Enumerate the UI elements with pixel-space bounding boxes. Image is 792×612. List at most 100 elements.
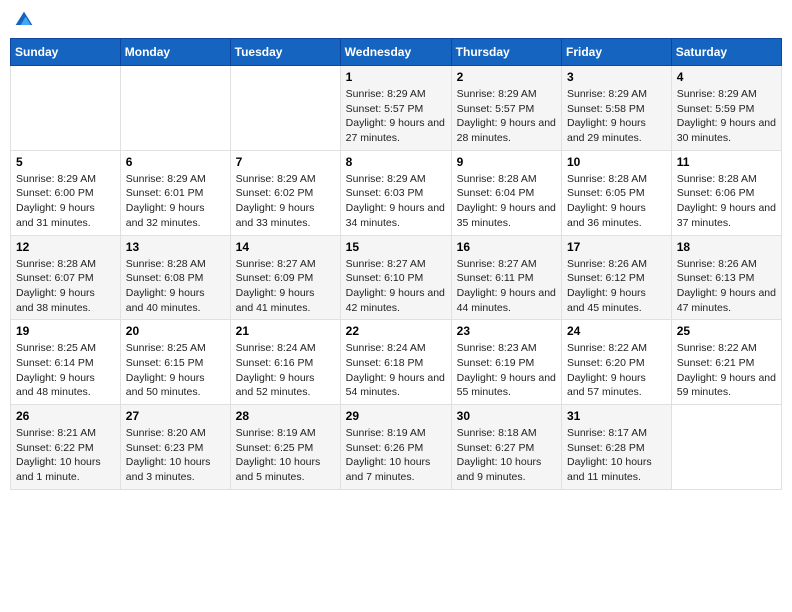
day-info: Sunrise: 8:27 AM Sunset: 6:11 PM Dayligh… [457, 257, 556, 316]
calendar-cell: 16 Sunrise: 8:27 AM Sunset: 6:11 PM Dayli… [451, 235, 561, 320]
calendar-cell: 1Sunrise: 8:29 AM Sunset: 5:57 PM Daylig… [340, 66, 451, 151]
calendar-cell: 2 Sunrise: 8:29 AM Sunset: 5:57 PM Daylig… [451, 66, 561, 151]
day-number: 14 [236, 240, 335, 254]
day-info: Sunrise: 8:29 AM Sunset: 5:57 PM Dayligh… [457, 87, 556, 146]
day-number: 22 [346, 324, 446, 338]
day-info: Sunrise: 8:29 AM Sunset: 5:57 PM Dayligh… [346, 87, 446, 146]
calendar-cell: 21Sunrise: 8:24 AM Sunset: 6:16 PM Dayli… [230, 320, 340, 405]
day-number: 12 [16, 240, 115, 254]
calendar-cell: 23 Sunrise: 8:23 AM Sunset: 6:19 PM Dayli… [451, 320, 561, 405]
day-info: Sunrise: 8:24 AM Sunset: 6:16 PM Dayligh… [236, 341, 335, 400]
day-number: 5 [16, 155, 115, 169]
calendar-cell: 28Sunrise: 8:19 AM Sunset: 6:25 PM Dayli… [230, 405, 340, 490]
calendar-cell: 4 Sunrise: 8:29 AM Sunset: 5:59 PM Daylig… [671, 66, 781, 151]
day-number: 8 [346, 155, 446, 169]
calendar-cell: 8 Sunrise: 8:29 AM Sunset: 6:03 PM Daylig… [340, 150, 451, 235]
day-info: Sunrise: 8:28 AM Sunset: 6:06 PM Dayligh… [677, 172, 776, 231]
calendar-cell: 20 Sunrise: 8:25 AM Sunset: 6:15 PM Dayli… [120, 320, 230, 405]
calendar-cell [230, 66, 340, 151]
calendar-cell: 22Sunrise: 8:24 AM Sunset: 6:18 PM Dayli… [340, 320, 451, 405]
calendar-cell: 18 Sunrise: 8:26 AM Sunset: 6:13 PM Dayli… [671, 235, 781, 320]
calendar-cell: 14 Sunrise: 8:27 AM Sunset: 6:09 PM Dayli… [230, 235, 340, 320]
day-info: Sunrise: 8:18 AM Sunset: 6:27 PM Dayligh… [457, 426, 556, 485]
day-number: 6 [126, 155, 225, 169]
calendar-cell: 24 Sunrise: 8:22 AM Sunset: 6:20 PM Dayli… [562, 320, 672, 405]
day-number: 16 [457, 240, 556, 254]
day-info: Sunrise: 8:29 AM Sunset: 6:01 PM Dayligh… [126, 172, 225, 231]
weekday-label: Friday [562, 39, 672, 66]
day-number: 24 [567, 324, 666, 338]
day-info: Sunrise: 8:29 AM Sunset: 6:03 PM Dayligh… [346, 172, 446, 231]
weekday-label: Sunday [11, 39, 121, 66]
calendar-week-row: 19 Sunrise: 8:25 AM Sunset: 6:14 PM Dayli… [11, 320, 782, 405]
calendar-table: SundayMondayTuesdayWednesdayThursdayFrid… [10, 38, 782, 490]
day-info: Sunrise: 8:22 AM Sunset: 6:21 PM Dayligh… [677, 341, 776, 400]
day-info: Sunrise: 8:27 AM Sunset: 6:10 PM Dayligh… [346, 257, 446, 316]
day-info: Sunrise: 8:23 AM Sunset: 6:19 PM Dayligh… [457, 341, 556, 400]
day-info: Sunrise: 8:28 AM Sunset: 6:04 PM Dayligh… [457, 172, 556, 231]
calendar-cell: 25 Sunrise: 8:22 AM Sunset: 6:21 PM Dayli… [671, 320, 781, 405]
day-number: 18 [677, 240, 776, 254]
day-info: Sunrise: 8:26 AM Sunset: 6:12 PM Dayligh… [567, 257, 666, 316]
calendar-cell: 17 Sunrise: 8:26 AM Sunset: 6:12 PM Dayli… [562, 235, 672, 320]
calendar-cell: 9 Sunrise: 8:28 AM Sunset: 6:04 PM Daylig… [451, 150, 561, 235]
weekday-label: Monday [120, 39, 230, 66]
day-info: Sunrise: 8:25 AM Sunset: 6:14 PM Dayligh… [16, 341, 115, 400]
weekday-label: Thursday [451, 39, 561, 66]
day-info: Sunrise: 8:17 AM Sunset: 6:28 PM Dayligh… [567, 426, 666, 485]
weekday-label: Saturday [671, 39, 781, 66]
calendar-week-row: 5 Sunrise: 8:29 AM Sunset: 6:00 PM Daylig… [11, 150, 782, 235]
day-number: 11 [677, 155, 776, 169]
day-number: 20 [126, 324, 225, 338]
day-info: Sunrise: 8:29 AM Sunset: 5:58 PM Dayligh… [567, 87, 666, 146]
calendar-cell: 7Sunrise: 8:29 AM Sunset: 6:02 PM Daylig… [230, 150, 340, 235]
day-info: Sunrise: 8:19 AM Sunset: 6:25 PM Dayligh… [236, 426, 335, 485]
day-number: 13 [126, 240, 225, 254]
calendar-week-row: 12 Sunrise: 8:28 AM Sunset: 6:07 PM Dayli… [11, 235, 782, 320]
page-header [10, 10, 782, 30]
calendar-cell [671, 405, 781, 490]
calendar-cell: 19 Sunrise: 8:25 AM Sunset: 6:14 PM Dayli… [11, 320, 121, 405]
day-number: 2 [457, 70, 556, 84]
day-info: Sunrise: 8:28 AM Sunset: 6:08 PM Dayligh… [126, 257, 225, 316]
calendar-cell: 29Sunrise: 8:19 AM Sunset: 6:26 PM Dayli… [340, 405, 451, 490]
weekday-header-row: SundayMondayTuesdayWednesdayThursdayFrid… [11, 39, 782, 66]
calendar-week-row: 26Sunrise: 8:21 AM Sunset: 6:22 PM Dayli… [11, 405, 782, 490]
calendar-cell: 31Sunrise: 8:17 AM Sunset: 6:28 PM Dayli… [562, 405, 672, 490]
calendar-cell: 11 Sunrise: 8:28 AM Sunset: 6:06 PM Dayli… [671, 150, 781, 235]
calendar-cell: 27Sunrise: 8:20 AM Sunset: 6:23 PM Dayli… [120, 405, 230, 490]
weekday-label: Tuesday [230, 39, 340, 66]
day-info: Sunrise: 8:25 AM Sunset: 6:15 PM Dayligh… [126, 341, 225, 400]
day-number: 30 [457, 409, 556, 423]
day-number: 17 [567, 240, 666, 254]
day-info: Sunrise: 8:29 AM Sunset: 5:59 PM Dayligh… [677, 87, 776, 146]
day-number: 15 [346, 240, 446, 254]
day-number: 10 [567, 155, 666, 169]
day-info: Sunrise: 8:28 AM Sunset: 6:05 PM Dayligh… [567, 172, 666, 231]
day-number: 4 [677, 70, 776, 84]
calendar-cell [120, 66, 230, 151]
day-info: Sunrise: 8:29 AM Sunset: 6:00 PM Dayligh… [16, 172, 115, 231]
day-info: Sunrise: 8:19 AM Sunset: 6:26 PM Dayligh… [346, 426, 446, 485]
calendar-cell [11, 66, 121, 151]
day-number: 19 [16, 324, 115, 338]
calendar-cell: 10 Sunrise: 8:28 AM Sunset: 6:05 PM Dayli… [562, 150, 672, 235]
day-info: Sunrise: 8:28 AM Sunset: 6:07 PM Dayligh… [16, 257, 115, 316]
calendar-cell: 3Sunrise: 8:29 AM Sunset: 5:58 PM Daylig… [562, 66, 672, 151]
day-info: Sunrise: 8:22 AM Sunset: 6:20 PM Dayligh… [567, 341, 666, 400]
logo [14, 10, 36, 30]
day-info: Sunrise: 8:26 AM Sunset: 6:13 PM Dayligh… [677, 257, 776, 316]
day-info: Sunrise: 8:29 AM Sunset: 6:02 PM Dayligh… [236, 172, 335, 231]
day-number: 25 [677, 324, 776, 338]
day-number: 27 [126, 409, 225, 423]
calendar-cell: 6 Sunrise: 8:29 AM Sunset: 6:01 PM Daylig… [120, 150, 230, 235]
calendar-body: 1Sunrise: 8:29 AM Sunset: 5:57 PM Daylig… [11, 66, 782, 490]
day-info: Sunrise: 8:21 AM Sunset: 6:22 PM Dayligh… [16, 426, 115, 485]
calendar-header: SundayMondayTuesdayWednesdayThursdayFrid… [11, 39, 782, 66]
day-info: Sunrise: 8:27 AM Sunset: 6:09 PM Dayligh… [236, 257, 335, 316]
calendar-cell: 5 Sunrise: 8:29 AM Sunset: 6:00 PM Daylig… [11, 150, 121, 235]
day-number: 9 [457, 155, 556, 169]
calendar-cell: 26Sunrise: 8:21 AM Sunset: 6:22 PM Dayli… [11, 405, 121, 490]
calendar-cell: 15 Sunrise: 8:27 AM Sunset: 6:10 PM Dayli… [340, 235, 451, 320]
day-number: 23 [457, 324, 556, 338]
